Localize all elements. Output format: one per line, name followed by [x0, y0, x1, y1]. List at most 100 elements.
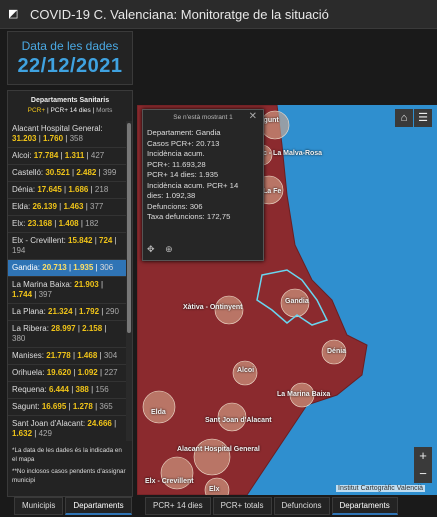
map-attribution: Institut Cartogràfic Valencià: [336, 485, 426, 492]
dept-pcr14: 1.408: [58, 219, 79, 228]
dept-name: Sant Joan d'Alacant:: [12, 419, 86, 428]
list-item[interactable]: La Marina Baixa: 21.903 | 1.744 | 397: [8, 277, 126, 304]
popup-header: Se n'està mostrant 1: [173, 114, 233, 121]
list-item[interactable]: Elx: 23.168 | 1.408 | 182: [8, 216, 126, 233]
zoom-in-button[interactable]: +: [414, 447, 432, 465]
dept-pcr: 17.645: [37, 185, 62, 194]
feature-popup: Se n'està mostrant 1 ✕ Departament: Gand…: [142, 109, 264, 261]
dept-name: Castelló:: [12, 168, 44, 177]
date-value: 22/12/2021: [17, 55, 123, 77]
home-icon[interactable]: ⌂: [395, 109, 413, 127]
zoom-out-button[interactable]: −: [414, 465, 432, 483]
dept-pcr: 16.695: [41, 402, 67, 411]
app-title: COVID-19 C. Valenciana: Monitoratge de l…: [30, 6, 329, 22]
dept-pcr14: 1.935: [73, 263, 94, 272]
dept-pcr: 6.444: [48, 385, 69, 394]
popup-line: PCR+ 14 dies: 1.935: [147, 170, 219, 179]
list-item[interactable]: Sant Joan d'Alacant: 24.666 | 1.632 | 42…: [8, 416, 126, 441]
dept-pcr: 30.521: [45, 168, 70, 177]
dept-morts: 358: [69, 134, 83, 143]
dept-morts: 377: [90, 202, 104, 211]
dept-morts: 397: [38, 290, 52, 299]
dept-name: Elda:: [12, 202, 31, 211]
dept-morts: 182: [85, 219, 99, 228]
list-legend: PCR+ | PCR+ 14 dies | Morts: [8, 107, 132, 114]
map-label: Elx: [209, 486, 220, 493]
dept-pcr14: 1.632: [12, 429, 33, 438]
list-scrollbar[interactable]: [126, 121, 132, 441]
map-label: Alacant Hospital General: [177, 446, 260, 453]
list-item[interactable]: Dénia: 17.645 | 1.686 | 218: [8, 182, 126, 199]
dept-name: Elx - Crevillent:: [12, 236, 66, 245]
list-item[interactable]: La Plana: 21.324 | 1.792 | 290: [8, 304, 126, 321]
legend-pcr14: PCR+ 14 dies: [50, 107, 91, 114]
dept-name: Elx:: [12, 219, 26, 228]
dept-name: Gandia:: [12, 263, 41, 272]
list-heading: Departaments Sanitaris: [30, 97, 110, 104]
list-item[interactable]: Alacant Hospital General: 31.203 | 1.760…: [8, 121, 126, 148]
list-item[interactable]: Sagunt: 16.695 | 1.278 | 365: [8, 399, 126, 416]
map-label: Elx - Crevillent: [145, 478, 194, 485]
list-item[interactable]: Alcoi: 17.784 | 1.311 | 427: [8, 148, 126, 165]
map-label: ic - La Malva-Rosa: [261, 150, 323, 157]
dept-pcr: 21.324: [48, 307, 73, 316]
dept-name: Requena:: [12, 385, 47, 394]
dept-pcr: 21.903: [74, 280, 99, 289]
map-label: Gandia: [285, 298, 309, 305]
list-icon[interactable]: ☰: [414, 109, 432, 127]
list-item[interactable]: Elx - Crevillent: 15.842 | 724 | 194: [8, 233, 126, 260]
left-tabs: Municipis Departaments: [14, 497, 134, 515]
list-item[interactable]: Orihuela: 19.620 | 1.092 | 227: [8, 365, 126, 382]
department-rows: Alacant Hospital General: 31.203 | 1.760…: [8, 121, 126, 441]
tab-departaments-map[interactable]: Departaments: [331, 497, 398, 515]
zoom-to-icon[interactable]: ⊕: [165, 244, 173, 254]
dept-pcr14: 1.278: [72, 402, 93, 411]
map-label: La Fe: [263, 188, 282, 195]
dept-morts: 399: [102, 168, 117, 177]
list-item[interactable]: Elda: 26.139 | 1.463 | 377: [8, 199, 126, 216]
popup-line: Defuncions: 306: [147, 201, 203, 211]
close-icon[interactable]: ✕: [249, 111, 257, 122]
dept-morts: 156: [95, 385, 109, 394]
dept-morts: 380: [12, 334, 26, 343]
scrollbar-thumb[interactable]: [127, 123, 131, 333]
dept-name: Dénia:: [12, 185, 36, 194]
dept-pcr: 24.666: [87, 419, 112, 428]
list-item[interactable]: Manises: 21.778 | 1.468 | 304: [8, 348, 126, 365]
map-top-area: [137, 31, 437, 103]
dept-pcr: 26.139: [32, 202, 57, 211]
list-item[interactable]: Gandia: 20.713 | 1.935 | 306: [8, 260, 126, 277]
list-item[interactable]: Requena: 6.444 | 388 | 156: [8, 382, 126, 399]
dept-name: La Ribera:: [12, 324, 49, 333]
popup-line: Taxa defuncions: 172,75: [147, 212, 231, 221]
popup-body: Departament: Gandia Casos PCR+: 20.713 I…: [147, 128, 259, 223]
popup-actions: ✥ ⊕: [147, 244, 173, 255]
dept-pcr: 19.620: [46, 368, 72, 377]
map-label: Xàtiva - Ontinyent: [183, 304, 243, 311]
dept-name: Orihuela:: [12, 368, 45, 377]
dept-pcr14: 1.468: [77, 351, 98, 360]
dept-morts: 427: [90, 151, 105, 160]
tab-pcr-14[interactable]: PCR+ 14 dies: [145, 497, 211, 515]
popup-line: Incidència acum. PCR+ 14: [147, 180, 239, 190]
tab-pcr-totals[interactable]: PCR+ totals: [212, 497, 272, 515]
tab-municipis[interactable]: Municipis: [14, 497, 64, 515]
map-label: Dénia: [327, 348, 347, 355]
tab-defuncions[interactable]: Defuncions: [273, 497, 330, 515]
popup-line: dies: 1.092,38: [147, 191, 196, 200]
dept-name: Alacant Hospital General:: [12, 124, 103, 133]
dept-pcr14: 1.092: [77, 368, 98, 377]
legend-morts: Morts: [96, 107, 113, 114]
move-icon[interactable]: ✥: [147, 244, 155, 254]
map-label: Alcoi: [237, 367, 255, 374]
note-2: **No inclosos casos pendents d'assignar …: [12, 468, 126, 484]
app-header: ◩ COVID-19 C. Valenciana: Monitoratge de…: [0, 0, 437, 29]
popup-line: Casos PCR+: 20.713: [147, 138, 220, 148]
list-item[interactable]: La Ribera: 28.997 | 2.158 | 380: [8, 321, 126, 348]
list-item[interactable]: Castelló: 30.521 | 2.482 | 399: [8, 165, 126, 182]
tab-departaments[interactable]: Departaments: [65, 497, 132, 515]
zoom-control: + −: [414, 447, 432, 483]
dept-pcr14: 1.311: [64, 151, 85, 160]
dept-pcr14: 1.686: [68, 185, 89, 194]
arcgis-logo-icon: ◩: [8, 8, 19, 20]
